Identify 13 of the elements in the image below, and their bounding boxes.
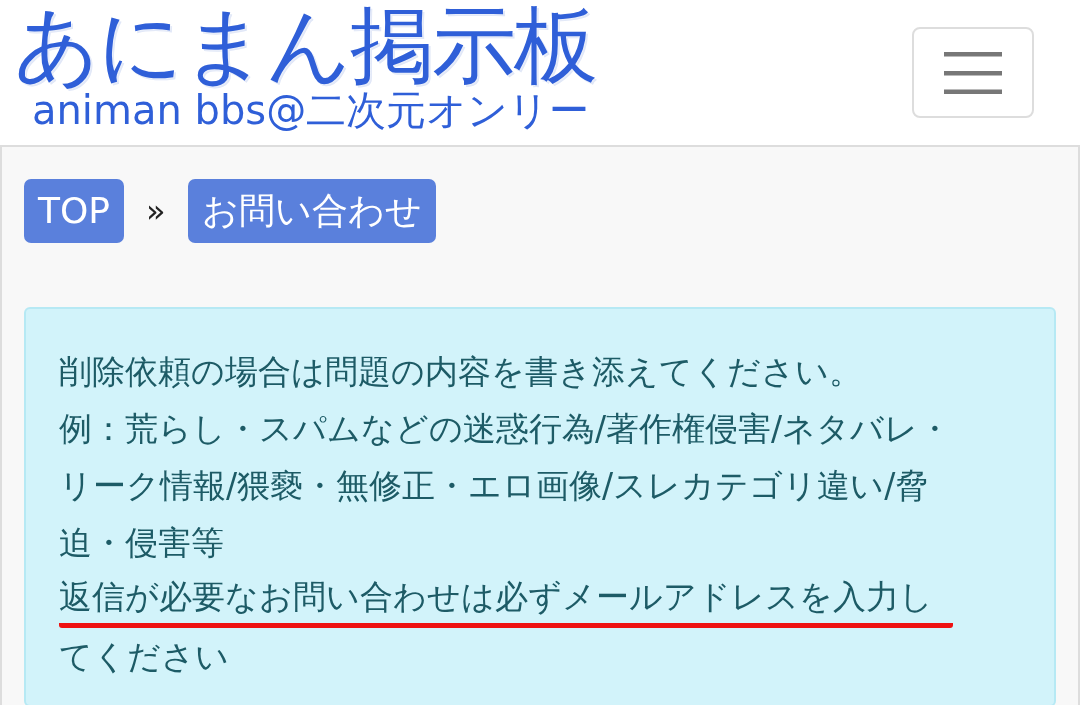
menu-icon: [944, 51, 1002, 94]
breadcrumb-separator: »: [146, 192, 166, 230]
logo-subtitle: animan bbs@二次元オンリー: [32, 90, 590, 130]
breadcrumb-link[interactable]: TOP: [24, 179, 125, 243]
logo-title[interactable]: あにまん掲示板: [14, 0, 596, 90]
notice-text: リーク情報/猥褻・無修正・エロ画像/スレカテゴリ違い/脅: [59, 465, 929, 507]
notice-text: 例：荒らし・スパムなどの迷惑行為/著作権侵害/ネタバレ・: [59, 408, 952, 450]
notice-text: 迫・侵害等: [59, 522, 224, 564]
menu-button[interactable]: [912, 27, 1034, 118]
notice-text: てください: [59, 636, 229, 678]
breadcrumb-link[interactable]: お問い合わせ: [187, 179, 436, 243]
notice-text: 削除依頼の場合は問題の内容を書き添えてください。: [59, 351, 862, 393]
notice-text: 返信が必要なお問い合わせは必ずメールアドレスを入力し: [59, 571, 953, 628]
